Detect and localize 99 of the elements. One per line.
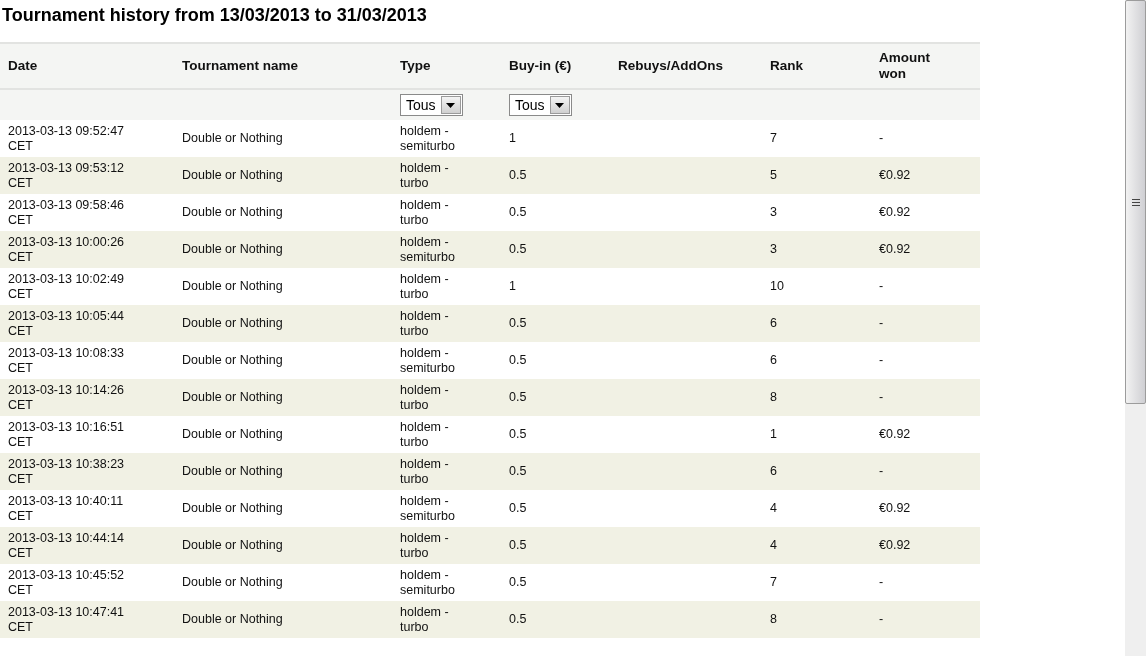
rank-cell: 5 bbox=[770, 168, 777, 182]
rank-cell: 4 bbox=[770, 538, 777, 552]
column-header: Type bbox=[400, 57, 432, 75]
rank-cell: 3 bbox=[770, 242, 777, 256]
amount-won-cell: €0.92 bbox=[879, 242, 911, 256]
buy-in-cell: 0.5 bbox=[509, 575, 527, 589]
type-cell-text: holdem - semiturbo bbox=[400, 123, 456, 154]
date-cell-text: 2013-03-13 10:45:52 CET bbox=[8, 567, 126, 598]
amount-won-cell: - bbox=[879, 279, 884, 293]
date-cell-text: 2013-03-13 10:14:26 CET bbox=[8, 382, 126, 413]
tournament-name-cell: Double or Nothing bbox=[182, 205, 283, 219]
type-cell-text: holdem - turbo bbox=[400, 197, 450, 228]
amount-won-cell: - bbox=[879, 612, 884, 626]
date-cell-text: 2013-03-13 10:16:51 CET bbox=[8, 419, 126, 450]
grip-icon bbox=[1131, 198, 1140, 206]
rank-cell: 6 bbox=[770, 353, 777, 367]
buy-in-cell: 0.5 bbox=[509, 242, 527, 256]
column-header: Tournament name bbox=[182, 57, 299, 75]
rank-cell: 6 bbox=[770, 464, 777, 478]
type-cell-text: holdem - turbo bbox=[400, 271, 450, 302]
type-cell-text: holdem - turbo bbox=[400, 456, 450, 487]
column-header: Buy-in (€) bbox=[509, 57, 573, 75]
date-cell-text: 2013-03-13 09:58:46 CET bbox=[8, 197, 126, 228]
buy-in-cell: 0.5 bbox=[509, 316, 527, 330]
tournament-name-cell: Double or Nothing bbox=[182, 538, 283, 552]
rank-cell: 4 bbox=[770, 501, 777, 515]
amount-won-cell: - bbox=[879, 575, 884, 589]
tournament-name-cell: Double or Nothing bbox=[182, 575, 283, 589]
column-header: Rank bbox=[770, 57, 804, 75]
amount-won-cell: - bbox=[879, 464, 884, 478]
caret-icon bbox=[555, 102, 565, 108]
amount-won-cell: - bbox=[879, 390, 884, 404]
buy-in-cell: 0.5 bbox=[509, 538, 527, 552]
date-cell-text: 2013-03-13 09:53:12 CET bbox=[8, 160, 126, 191]
type-cell-text: holdem - turbo bbox=[400, 308, 450, 339]
scrollbar-thumb[interactable] bbox=[1125, 0, 1146, 404]
page-title: Tournament history from 13/03/2013 to 31/03/2013 bbox=[1, 4, 428, 27]
date-cell-text: 2013-03-13 10:05:44 CET bbox=[8, 308, 126, 339]
rank-cell: 6 bbox=[770, 316, 777, 330]
type-cell-text: holdem - turbo bbox=[400, 530, 450, 561]
date-cell-text: 2013-03-13 10:00:26 CET bbox=[8, 234, 126, 265]
tournament-name-cell: Double or Nothing bbox=[182, 353, 283, 367]
buy-in-cell: 0.5 bbox=[509, 464, 527, 478]
column-header: Date bbox=[8, 57, 39, 75]
amount-won-cell: - bbox=[879, 353, 884, 367]
rank-cell: 7 bbox=[770, 131, 777, 145]
buy-in-cell: 0.5 bbox=[509, 427, 527, 441]
rank-cell: 3 bbox=[770, 205, 777, 219]
amount-won-cell: €0.92 bbox=[879, 205, 911, 219]
buy-in-cell: 0.5 bbox=[509, 353, 527, 367]
amount-won-cell: - bbox=[879, 316, 884, 330]
rank-cell: 8 bbox=[770, 612, 777, 626]
date-cell-text: 2013-03-13 10:38:23 CET bbox=[8, 456, 126, 487]
column-header: Rebuys/AddOns bbox=[618, 57, 724, 75]
tournament-name-cell: Double or Nothing bbox=[182, 168, 283, 182]
type-cell-text: holdem - semiturbo bbox=[400, 345, 456, 376]
amount-won-cell: €0.92 bbox=[879, 501, 911, 515]
buy-in-cell: 1 bbox=[509, 279, 516, 293]
filter-dropdown[interactable]: Tous bbox=[509, 94, 572, 116]
amount-won-cell: - bbox=[879, 131, 884, 145]
tournament-name-cell: Double or Nothing bbox=[182, 427, 283, 441]
caret-icon bbox=[446, 102, 456, 108]
date-cell-text: 2013-03-13 10:40:11 CET bbox=[8, 493, 125, 524]
tournament-name-cell: Double or Nothing bbox=[182, 242, 283, 256]
buy-in-cell: 0.5 bbox=[509, 390, 527, 404]
rank-cell: 7 bbox=[770, 575, 777, 589]
tournament-name-cell: Double or Nothing bbox=[182, 279, 283, 293]
tournament-name-cell: Double or Nothing bbox=[182, 316, 283, 330]
date-cell-text: 2013-03-13 10:44:14 CET bbox=[8, 530, 126, 561]
amount-won-cell: €0.92 bbox=[879, 538, 911, 552]
type-cell-text: holdem - turbo bbox=[400, 604, 450, 635]
buy-in-cell: 0.5 bbox=[509, 501, 527, 515]
rank-cell: 10 bbox=[770, 279, 784, 293]
date-cell-text: 2013-03-13 10:47:41 CET bbox=[8, 604, 126, 635]
buy-in-cell: 0.5 bbox=[509, 168, 527, 182]
tournament-name-cell: Double or Nothing bbox=[182, 390, 283, 404]
scrollbar[interactable] bbox=[1125, 0, 1146, 656]
tournament-name-cell: Double or Nothing bbox=[182, 131, 283, 145]
date-cell-text: 2013-03-13 09:52:47 CET bbox=[8, 123, 126, 154]
amount-won-cell: €0.92 bbox=[879, 168, 911, 182]
type-cell-text: holdem - semiturbo bbox=[400, 567, 456, 598]
tournament-name-cell: Double or Nothing bbox=[182, 501, 283, 515]
rank-cell: 1 bbox=[770, 427, 777, 441]
filter-dropdown[interactable]: Tous bbox=[400, 94, 463, 116]
type-cell-text: holdem - semiturbo bbox=[400, 493, 456, 524]
column-header: Amount won bbox=[879, 49, 931, 83]
tournament-name-cell: Double or Nothing bbox=[182, 464, 283, 478]
buy-in-cell: 0.5 bbox=[509, 612, 527, 626]
date-cell-text: 2013-03-13 10:08:33 CET bbox=[8, 345, 126, 376]
tournament-name-cell: Double or Nothing bbox=[182, 612, 283, 626]
type-cell-text: holdem - turbo bbox=[400, 160, 450, 191]
amount-won-cell: €0.92 bbox=[879, 427, 911, 441]
date-cell-text: 2013-03-13 10:02:49 CET bbox=[8, 271, 126, 302]
type-cell-text: holdem - semiturbo bbox=[400, 234, 456, 265]
rank-cell: 8 bbox=[770, 390, 777, 404]
type-cell-text: holdem - turbo bbox=[400, 419, 450, 450]
buy-in-cell: 1 bbox=[509, 131, 516, 145]
type-cell-text: holdem - turbo bbox=[400, 382, 450, 413]
buy-in-cell: 0.5 bbox=[509, 205, 527, 219]
